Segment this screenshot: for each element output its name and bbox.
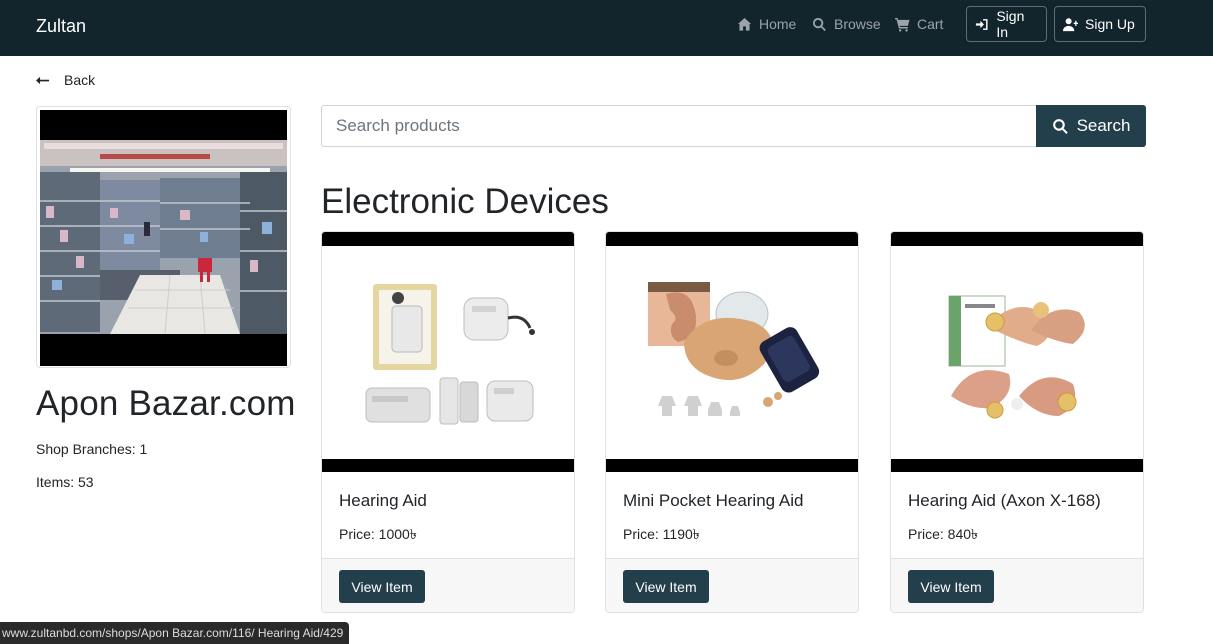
cart-icon bbox=[895, 17, 910, 32]
arrow-left-icon bbox=[36, 76, 49, 84]
product-title[interactable]: Hearing Aid (Axon X-168) bbox=[908, 491, 1101, 511]
product-image[interactable] bbox=[891, 232, 1143, 472]
top-navbar: Zultan Home Browse Cart Sign In Sign Up bbox=[0, 0, 1213, 56]
nav-home-label: Home bbox=[759, 16, 797, 32]
mini-pocket-hearing-aid-photo bbox=[648, 282, 820, 416]
shop-branches-count: Shop Branches: 1 bbox=[36, 441, 148, 457]
user-plus-icon bbox=[1063, 17, 1078, 31]
nav-home-link[interactable]: Home bbox=[737, 15, 796, 33]
sign-in-icon bbox=[975, 18, 988, 30]
hearing-aid-axon-photo bbox=[948, 295, 1085, 419]
product-title[interactable]: Hearing Aid bbox=[339, 491, 427, 511]
product-card: Hearing Aid (Axon X-168) Price: 840৳ Vie… bbox=[890, 231, 1144, 613]
search-icon bbox=[1052, 118, 1068, 134]
search-button[interactable]: Search bbox=[1036, 105, 1146, 147]
nav-cart-label: Cart bbox=[917, 16, 944, 32]
status-bar-url: www.zultanbd.com/shops/Apon Bazar.com/11… bbox=[0, 622, 350, 644]
product-price: Price: 840৳ bbox=[908, 526, 979, 542]
shop-photo bbox=[40, 110, 287, 366]
search-input[interactable] bbox=[321, 105, 1037, 147]
view-item-button[interactable]: View Item bbox=[908, 570, 994, 603]
nav-browse-label: Browse bbox=[834, 16, 881, 32]
product-price: Price: 1190৳ bbox=[623, 526, 700, 542]
product-card-footer: View Item bbox=[322, 558, 574, 612]
home-icon bbox=[737, 17, 752, 31]
shop-items-count: Items: 53 bbox=[36, 474, 94, 490]
view-item-button[interactable]: View Item bbox=[623, 570, 709, 603]
product-title[interactable]: Mini Pocket Hearing Aid bbox=[623, 491, 803, 511]
nav-cart-link[interactable]: Cart bbox=[895, 15, 943, 33]
sign-up-button[interactable]: Sign Up bbox=[1054, 6, 1146, 42]
product-card-footer: View Item bbox=[891, 558, 1143, 612]
brand-logo[interactable]: Zultan bbox=[36, 16, 86, 37]
back-label: Back bbox=[64, 72, 96, 88]
hearing-aid-product-photo bbox=[365, 284, 535, 425]
product-card: Hearing Aid Price: 1000৳ View Item bbox=[321, 231, 575, 613]
product-image[interactable] bbox=[606, 232, 858, 472]
product-price: Price: 1000৳ bbox=[339, 526, 417, 542]
product-card-footer: View Item bbox=[606, 558, 858, 612]
shop-image bbox=[36, 106, 291, 368]
product-image[interactable] bbox=[322, 232, 574, 472]
back-link[interactable]: Back bbox=[36, 72, 95, 88]
category-title: Electronic Devices bbox=[321, 182, 609, 221]
nav-browse-link[interactable]: Browse bbox=[812, 15, 881, 33]
shop-name: Apon Bazar.com bbox=[36, 384, 296, 423]
product-card: Mini Pocket Hearing Aid Price: 1190৳ Vie… bbox=[605, 231, 859, 613]
sign-up-label: Sign Up bbox=[1085, 16, 1135, 32]
sign-in-button[interactable]: Sign In bbox=[966, 6, 1047, 42]
search-button-label: Search bbox=[1076, 116, 1131, 135]
sign-in-label: Sign In bbox=[996, 8, 1025, 40]
shop-storefront-illustration bbox=[40, 110, 287, 366]
view-item-button[interactable]: View Item bbox=[339, 570, 425, 603]
search-icon bbox=[813, 17, 826, 31]
